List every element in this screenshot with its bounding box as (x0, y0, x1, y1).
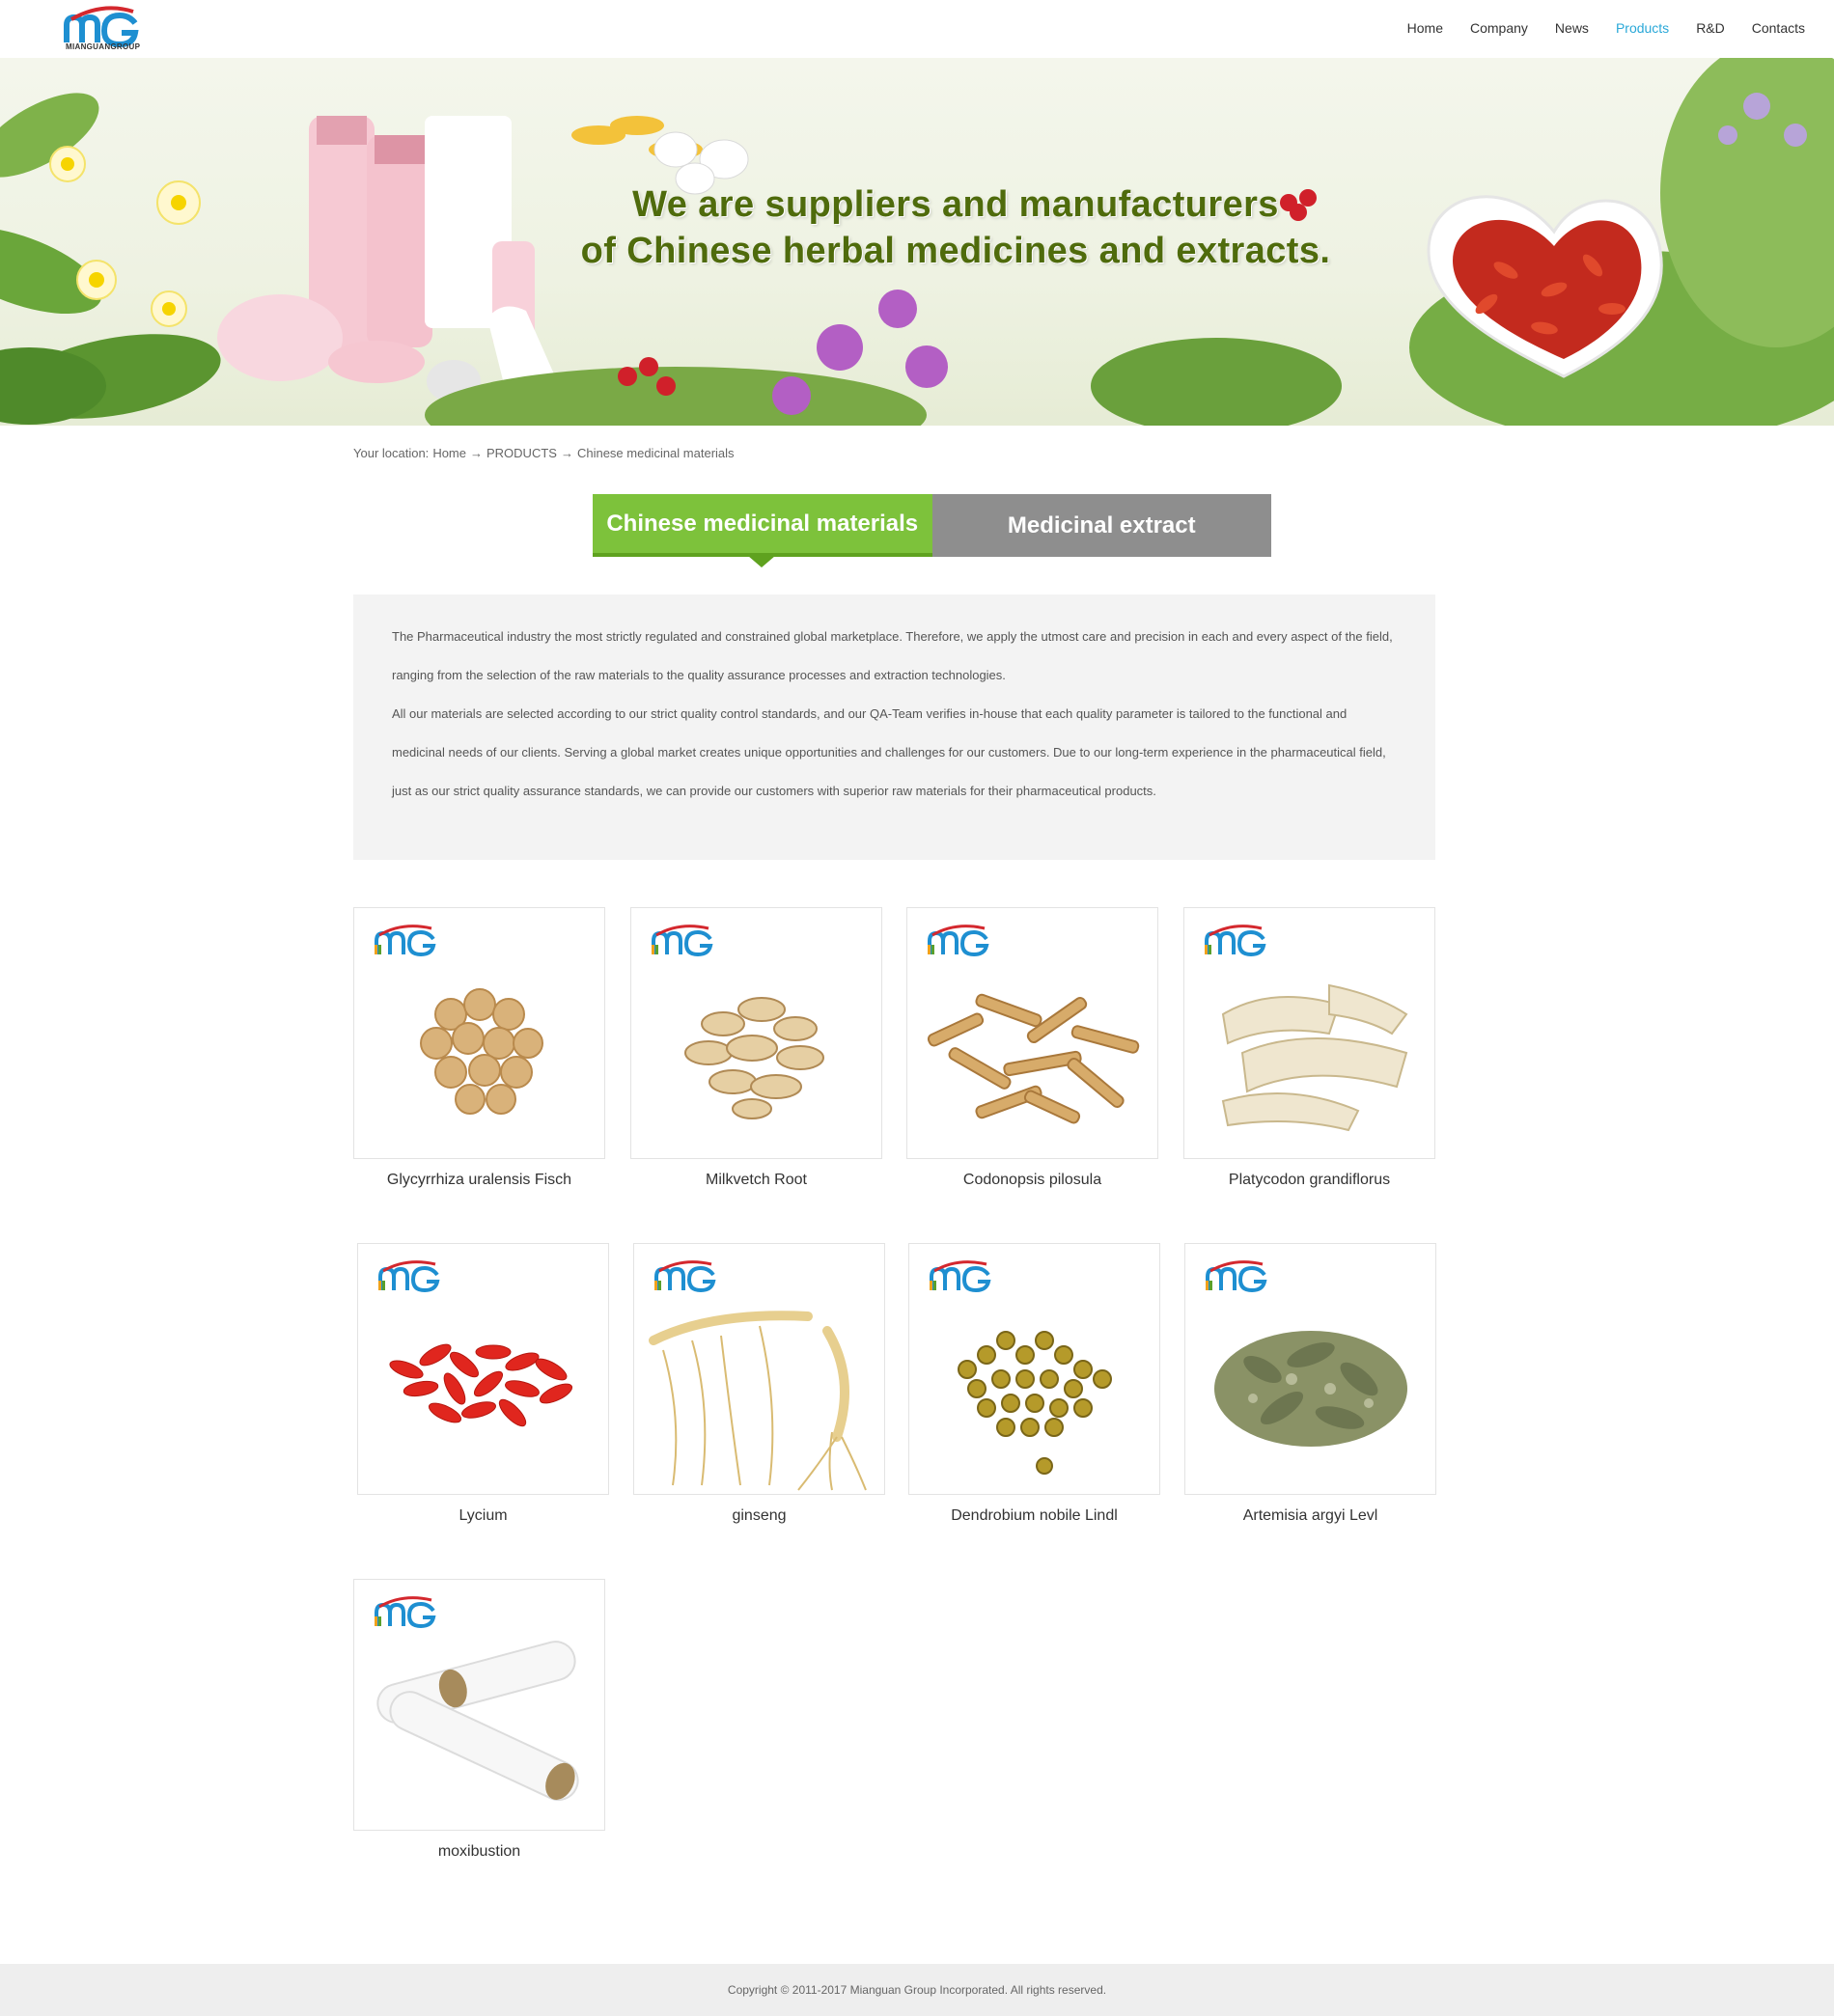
banner-line-2: of Chinese herbal medicines and extracts… (580, 231, 1331, 271)
breadcrumb-arrow-icon: → (560, 446, 573, 460)
product-card-platycodon[interactable] (1183, 907, 1435, 1159)
hero-banner: We are suppliers and manufacturers of Ch… (0, 58, 1834, 426)
site-header: MIANGUANGROUP Home Company News Products… (0, 0, 1834, 58)
product-name[interactable]: Milkvetch Root (630, 1172, 882, 1189)
intro-paragraph-2: All our materials are selected according… (392, 706, 1386, 798)
product-name[interactable]: Artemisia argyi Levl (1184, 1507, 1436, 1525)
product-name[interactable]: Lycium (357, 1507, 609, 1525)
nav-home[interactable]: Home (1407, 20, 1443, 36)
mini-logo-icon (378, 1260, 440, 1293)
product-card-dendrobium[interactable] (908, 1243, 1160, 1495)
product-name[interactable]: Codonopsis pilosula (906, 1172, 1158, 1189)
product-name[interactable]: ginseng (633, 1507, 885, 1525)
category-tabs: Chinese medicinal materials Medicinal ex… (593, 494, 1271, 567)
mini-logo-icon (375, 1596, 436, 1629)
nav-products[interactable]: Products (1616, 20, 1669, 36)
site-footer: Copyright © 2011-2017 Mianguan Group Inc… (0, 1964, 1834, 2016)
product-card-ginseng[interactable] (633, 1243, 885, 1495)
banner-caption: We are suppliers and manufacturers of Ch… (579, 181, 1332, 274)
product-card-codonopsis[interactable] (906, 907, 1158, 1159)
breadcrumb-home[interactable]: Home (432, 446, 466, 460)
mini-logo-icon (928, 925, 989, 957)
tab-chinese-medicinal-materials[interactable]: Chinese medicinal materials (593, 494, 932, 567)
breadcrumb-arrow-icon: → (470, 446, 483, 460)
mini-logo-icon (652, 925, 713, 957)
breadcrumb-current: Chinese medicinal materials (576, 446, 735, 460)
product-card-moxibustion[interactable] (353, 1579, 605, 1831)
product-card-artemisia[interactable] (1184, 1243, 1436, 1495)
mini-logo-icon (1205, 925, 1266, 957)
product-card-glycyrrhiza[interactable] (353, 907, 605, 1159)
product-name[interactable]: Platycodon grandiflorus (1183, 1172, 1435, 1189)
product-card-milkvetch-root[interactable] (630, 907, 882, 1159)
product-name[interactable]: Glycyrrhiza uralensis Fisch (353, 1172, 605, 1189)
mini-logo-icon (375, 925, 436, 957)
nav-contacts[interactable]: Contacts (1752, 20, 1805, 36)
logo-text: MIANGUANGROUP (66, 42, 141, 51)
nav-company[interactable]: Company (1470, 20, 1528, 36)
breadcrumb-prefix: Your location: (353, 446, 430, 460)
banner-line-1: We are suppliers and manufacturers (632, 184, 1279, 225)
breadcrumb-products[interactable]: PRODUCTS (486, 446, 557, 460)
footer-copyright: Copyright © 2011-2017 Mianguan Group Inc… (727, 1983, 1107, 1997)
intro-paragraph-1: The Pharmaceutical industry the most str… (392, 629, 1393, 682)
nav-news[interactable]: News (1555, 20, 1589, 36)
nav-rd[interactable]: R&D (1696, 20, 1725, 36)
breadcrumb: Your location: Home → PRODUCTS → Chinese medi… (353, 446, 738, 460)
intro-panel: The Pharmaceutical industry the most str… (353, 594, 1435, 860)
mini-logo-icon (1206, 1260, 1267, 1293)
mini-logo-icon (930, 1260, 991, 1293)
main-nav: Home Company News Products R&D Contacts (1380, 0, 1805, 56)
product-name[interactable]: Dendrobium nobile Lindl (908, 1507, 1160, 1525)
mini-logo-icon (654, 1260, 716, 1293)
product-name[interactable]: moxibustion (353, 1843, 605, 1861)
tab-medicinal-extract[interactable]: Medicinal extract (931, 494, 1271, 557)
product-card-lycium[interactable] (357, 1243, 609, 1495)
